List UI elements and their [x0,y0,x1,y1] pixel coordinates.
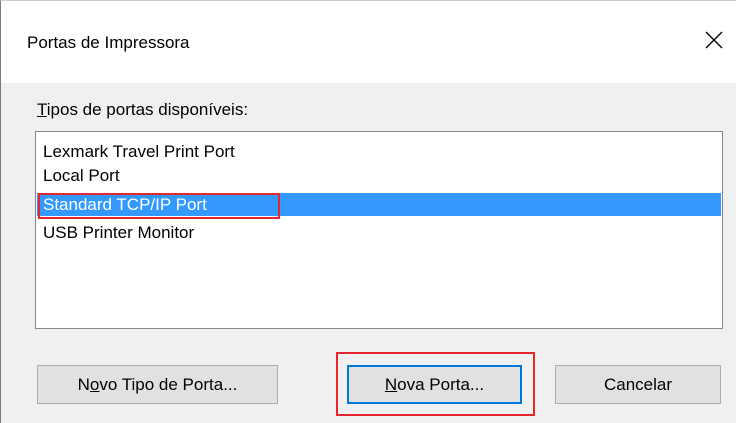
new-port-type-label-post: vo Tipo de Porta... [99,374,238,394]
new-port-label-accelerator: N [384,374,398,394]
dialog-title: Portas de Impressora [27,33,190,52]
port-types-label: Tipos de portas disponíveis: [37,100,248,120]
new-port-type-label-accelerator: o [89,374,100,394]
cancel-button[interactable]: Cancelar [555,365,721,404]
new-port-type-label-pre: N [77,374,90,394]
new-port-type-button[interactable]: No vo Tipo de Porta... [37,365,278,404]
title-bar: Portas de Impressora [1,1,736,83]
port-types-label-text: ipos de portas disponíveis: [46,100,249,119]
new-port-button[interactable]: Nova Porta... [347,365,522,404]
port-types-label-accelerator: T [37,100,47,119]
new-port-label-post: ova Porta... [397,374,485,394]
close-icon [705,31,723,49]
list-item[interactable]: USB Printer Monitor [37,221,721,244]
list-item[interactable]: Local Port [37,164,721,187]
list-item[interactable]: Lexmark Travel Print Port [37,140,721,163]
list-item-selected[interactable]: Standard TCP/IP Port [37,193,721,216]
port-types-list[interactable]: Lexmark Travel Print Port Local Port Sta… [35,131,723,329]
close-button[interactable] [697,23,731,57]
printer-ports-dialog: Portas de Impressora Tipos de portas dis… [0,0,736,423]
